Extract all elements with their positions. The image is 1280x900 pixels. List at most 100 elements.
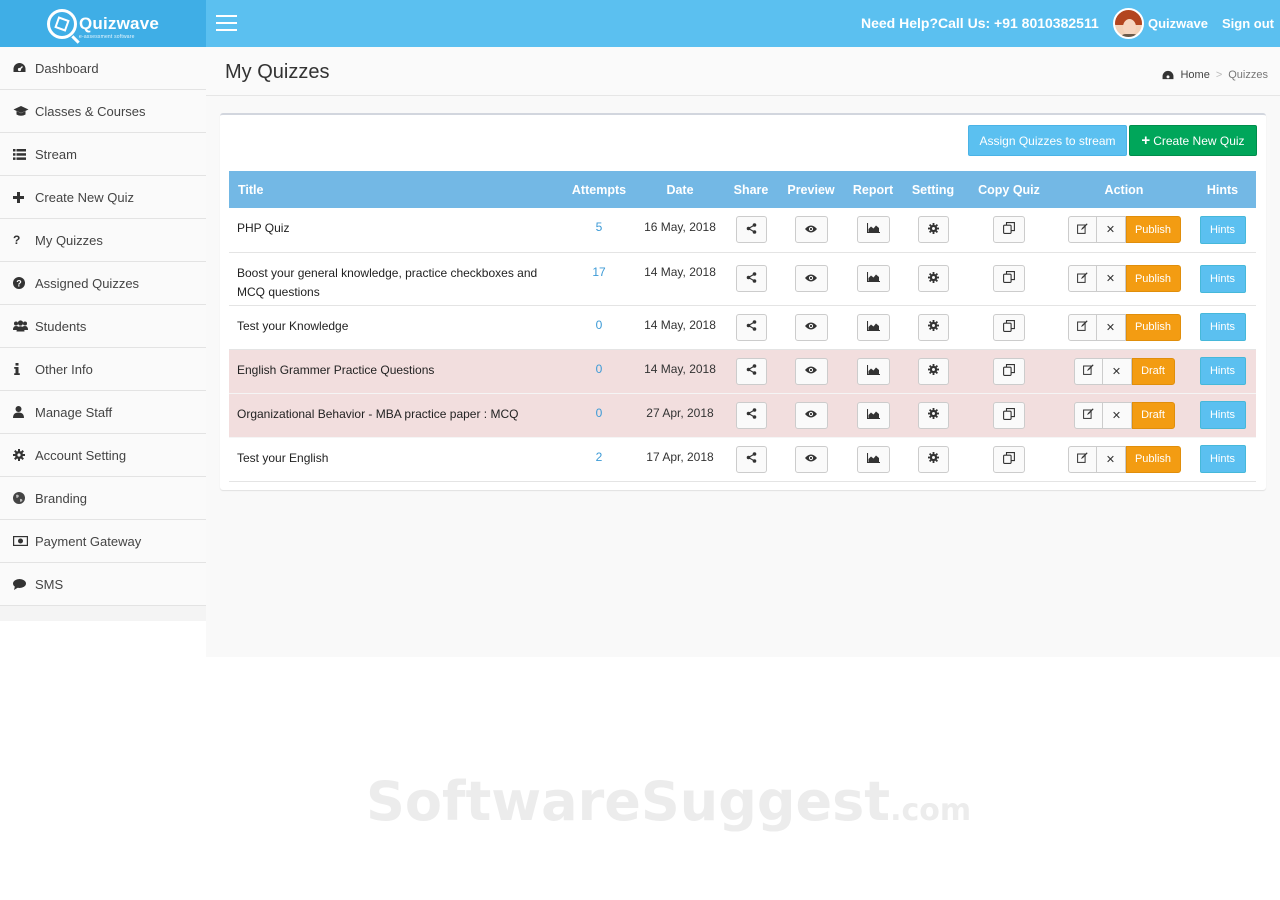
preview-button[interactable] bbox=[794, 357, 828, 385]
sidebar-item-payment-gateway[interactable]: Payment Gateway bbox=[0, 520, 206, 563]
setting-button[interactable] bbox=[917, 313, 949, 341]
quiz-title[interactable]: Boost your general knowledge, practice c… bbox=[229, 252, 557, 306]
copy-quiz-button[interactable] bbox=[993, 445, 1025, 473]
assign-quizzes-button[interactable]: Assign Quizzes to stream bbox=[968, 125, 1127, 156]
setting-button[interactable] bbox=[917, 445, 949, 473]
hints-button[interactable]: Hints bbox=[1199, 215, 1246, 244]
setting-button[interactable] bbox=[917, 265, 949, 292]
sidebar-item-stream[interactable]: Stream bbox=[0, 133, 206, 176]
report-button[interactable] bbox=[856, 313, 890, 341]
hamburger-menu-icon[interactable] bbox=[216, 15, 237, 31]
publish-button[interactable]: Publish bbox=[1125, 265, 1181, 292]
share-button[interactable] bbox=[735, 265, 767, 292]
edit-button[interactable] bbox=[1067, 445, 1097, 473]
preview-button[interactable] bbox=[794, 313, 828, 341]
delete-button[interactable]: ✕ bbox=[1102, 401, 1132, 429]
preview-button[interactable] bbox=[794, 401, 828, 429]
hints-button[interactable]: Hints bbox=[1199, 445, 1246, 473]
preview-button[interactable] bbox=[794, 216, 828, 244]
quiz-attempts-link[interactable]: 2 bbox=[557, 437, 641, 482]
logo[interactable]: Quizwave e-assessment software bbox=[0, 0, 206, 47]
setting-button[interactable] bbox=[917, 357, 949, 385]
quiz-attempts-link[interactable]: 0 bbox=[557, 305, 641, 350]
sidebar-item-label: Account Setting bbox=[35, 447, 127, 463]
share-button[interactable] bbox=[735, 216, 767, 244]
share-button[interactable] bbox=[735, 445, 767, 473]
report-button[interactable] bbox=[856, 216, 890, 244]
publish-button[interactable]: Publish bbox=[1125, 313, 1181, 341]
copy-quiz-button[interactable] bbox=[993, 313, 1025, 341]
table-row: Organizational Behavior - MBA practice p… bbox=[229, 393, 1256, 438]
quiz-title[interactable]: English Grammer Practice Questions bbox=[229, 349, 557, 394]
sidebar-item-label: Assigned Quizzes bbox=[35, 275, 140, 291]
area-chart-icon bbox=[866, 272, 880, 285]
copy-quiz-button[interactable] bbox=[993, 357, 1025, 385]
share-icon bbox=[746, 452, 757, 466]
close-icon: ✕ bbox=[1105, 224, 1116, 237]
sidebar-item-label: My Quizzes bbox=[35, 232, 103, 248]
sidebar-item-my-quizzes[interactable]: ? My Quizzes bbox=[0, 219, 206, 262]
avatar[interactable] bbox=[1113, 8, 1144, 39]
sidebar-item-manage-staff[interactable]: Manage Staff bbox=[0, 391, 206, 434]
delete-button[interactable]: ✕ bbox=[1096, 313, 1126, 341]
report-button[interactable] bbox=[856, 401, 890, 429]
share-button[interactable] bbox=[735, 357, 767, 385]
setting-button[interactable] bbox=[917, 401, 949, 429]
quiz-title[interactable]: PHP Quiz bbox=[229, 208, 557, 253]
sidebar-item-branding[interactable]: Branding bbox=[0, 477, 206, 520]
copy-quiz-button[interactable] bbox=[993, 401, 1025, 429]
edit-icon bbox=[1076, 452, 1088, 466]
hints-button[interactable]: Hints bbox=[1199, 313, 1246, 341]
quiz-attempts-link[interactable]: 0 bbox=[557, 349, 641, 394]
quiz-title[interactable]: Organizational Behavior - MBA practice p… bbox=[229, 393, 557, 438]
sidebar-item-students[interactable]: Students bbox=[0, 305, 206, 348]
area-chart-icon bbox=[866, 452, 880, 466]
sidebar-item-assigned-quizzes[interactable]: ? Assigned Quizzes bbox=[0, 262, 206, 305]
edit-button[interactable] bbox=[1073, 401, 1103, 429]
quiz-attempts-link[interactable]: 17 bbox=[557, 252, 641, 306]
setting-button[interactable] bbox=[917, 216, 949, 244]
sidebar-item-account-setting[interactable]: Account Setting bbox=[0, 434, 206, 477]
publish-button[interactable]: Publish bbox=[1125, 445, 1181, 473]
report-button[interactable] bbox=[856, 265, 890, 292]
quiz-title[interactable]: Test your Knowledge bbox=[229, 305, 557, 350]
publish-button[interactable]: Publish bbox=[1125, 216, 1181, 244]
copy-quiz-button[interactable] bbox=[993, 216, 1025, 244]
sidebar-item-sms[interactable]: SMS bbox=[0, 563, 206, 606]
sidebar-item-other-info[interactable]: Other Info bbox=[0, 348, 206, 391]
share-button[interactable] bbox=[735, 401, 767, 429]
edit-button[interactable] bbox=[1067, 216, 1097, 244]
hints-button[interactable]: Hints bbox=[1199, 264, 1246, 293]
sidebar-item-dashboard[interactable]: Dashboard bbox=[0, 47, 206, 90]
copy-quiz-button[interactable] bbox=[993, 265, 1025, 292]
edit-button[interactable] bbox=[1067, 265, 1097, 292]
edit-button[interactable] bbox=[1067, 313, 1097, 341]
draft-button[interactable]: Draft bbox=[1131, 357, 1175, 385]
sign-out-link[interactable]: Sign out bbox=[1222, 16, 1274, 31]
hints-button[interactable]: Hints bbox=[1199, 357, 1246, 385]
delete-button[interactable]: ✕ bbox=[1096, 216, 1126, 244]
dashboard-icon bbox=[13, 62, 35, 74]
action-button-group: ✕ Publish bbox=[1067, 265, 1181, 292]
delete-button[interactable]: ✕ bbox=[1096, 265, 1126, 292]
action-button-group: ✕ Publish bbox=[1067, 445, 1181, 473]
user-name[interactable]: Quizwave bbox=[1148, 16, 1208, 31]
sidebar-item-label: Classes & Courses bbox=[35, 103, 146, 119]
report-button[interactable] bbox=[856, 357, 890, 385]
share-button[interactable] bbox=[735, 313, 767, 341]
sidebar-item-create-new-quiz[interactable]: Create New Quiz bbox=[0, 176, 206, 219]
hints-button[interactable]: Hints bbox=[1199, 401, 1246, 429]
preview-button[interactable] bbox=[794, 445, 828, 473]
edit-button[interactable] bbox=[1073, 357, 1103, 385]
delete-button[interactable]: ✕ bbox=[1102, 357, 1132, 385]
breadcrumb-home[interactable]: Home bbox=[1180, 69, 1209, 81]
preview-button[interactable] bbox=[794, 265, 828, 292]
quiz-attempts-link[interactable]: 0 bbox=[557, 393, 641, 438]
draft-button[interactable]: Draft bbox=[1131, 401, 1175, 429]
quiz-title[interactable]: Test your English bbox=[229, 437, 557, 482]
delete-button[interactable]: ✕ bbox=[1096, 445, 1126, 473]
sidebar-item-classes-courses[interactable]: Classes & Courses bbox=[0, 90, 206, 133]
report-button[interactable] bbox=[856, 445, 890, 473]
quiz-attempts-link[interactable]: 5 bbox=[557, 208, 641, 253]
create-new-quiz-button[interactable]: + Create New Quiz bbox=[1129, 125, 1257, 156]
